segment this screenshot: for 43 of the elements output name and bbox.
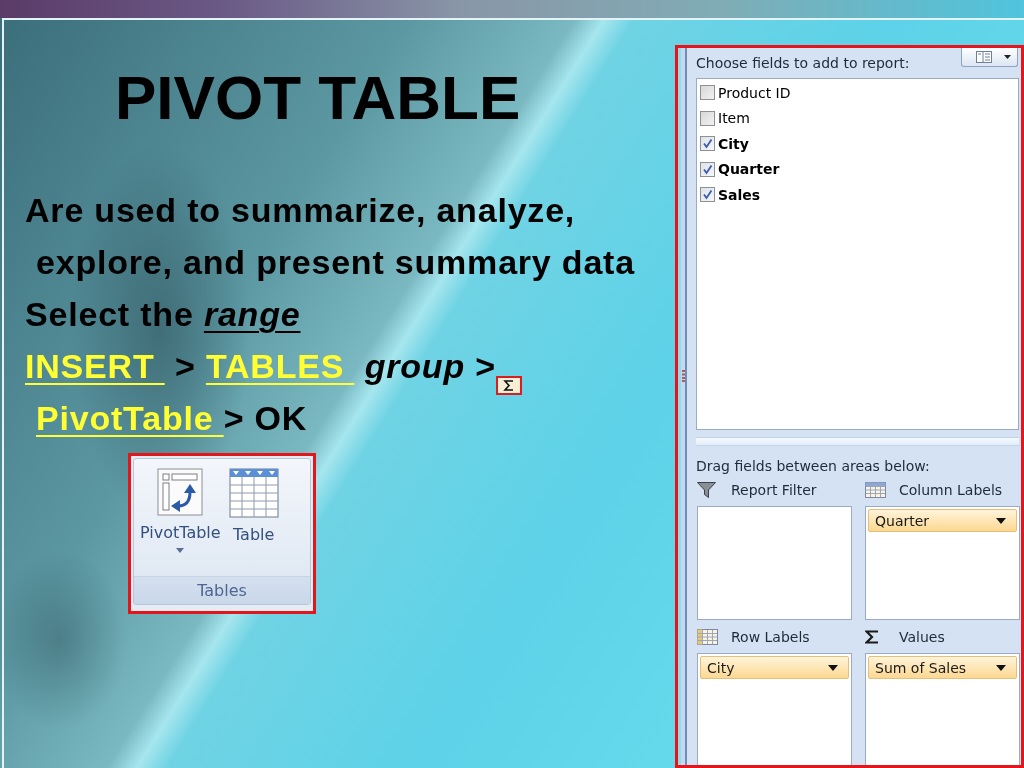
caret-icon <box>996 664 1006 671</box>
body-text: Select the range <box>25 294 301 335</box>
checkbox[interactable] <box>700 85 715 101</box>
table-icon <box>228 468 279 518</box>
section-heading: Choose fields to add to report: <box>696 54 910 72</box>
body-text: INSERT > TABLES group > <box>25 346 496 387</box>
slide-title: PIVOT TABLE <box>115 67 521 129</box>
body-text: explore, and present summary data <box>36 242 635 283</box>
sigma-icon <box>865 630 879 644</box>
filter-icon <box>697 482 716 498</box>
field-item[interactable]: Product ID <box>700 80 1018 106</box>
caret-icon <box>828 664 838 671</box>
area-label: Column Labels <box>899 482 1003 498</box>
area-label: Row Labels <box>731 629 810 645</box>
field-item[interactable]: Quarter <box>700 156 1018 182</box>
field-item[interactable]: Sales <box>700 182 1018 208</box>
link[interactable]: PivotTable <box>36 399 224 437</box>
body-text: Are used to summarize, analyze, <box>25 190 576 231</box>
link[interactable]: INSERT <box>25 347 165 385</box>
field-chip[interactable]: Quarter <box>868 509 1017 532</box>
caret-icon <box>996 517 1006 524</box>
group-label: Tables <box>197 581 247 600</box>
area-label: Report Filter <box>731 482 817 498</box>
grip-icon[interactable] <box>681 370 685 382</box>
checkbox[interactable] <box>700 136 715 152</box>
grid-icon <box>697 629 718 645</box>
area-label: Values <box>899 629 945 645</box>
ribbon-button[interactable]: Table <box>226 468 281 544</box>
grid-icon <box>865 482 886 498</box>
field-item[interactable]: Item <box>700 105 1018 131</box>
checkbox[interactable] <box>700 187 715 203</box>
section-heading: Drag fields between areas below: <box>696 457 931 476</box>
field-chip[interactable]: Sum of Sales <box>868 656 1017 679</box>
field-item[interactable]: City <box>700 131 1018 157</box>
field-chip[interactable]: City <box>700 656 849 679</box>
body-text: PivotTable > OK <box>36 398 308 439</box>
layout-icon <box>976 51 992 63</box>
pivot-table-icon <box>157 468 204 516</box>
ribbon-button[interactable]: PivotTable <box>138 468 223 553</box>
checkbox[interactable] <box>700 110 715 126</box>
caret-icon <box>1004 55 1011 59</box>
checkbox[interactable] <box>700 161 715 177</box>
layout-button[interactable] <box>961 48 1018 67</box>
